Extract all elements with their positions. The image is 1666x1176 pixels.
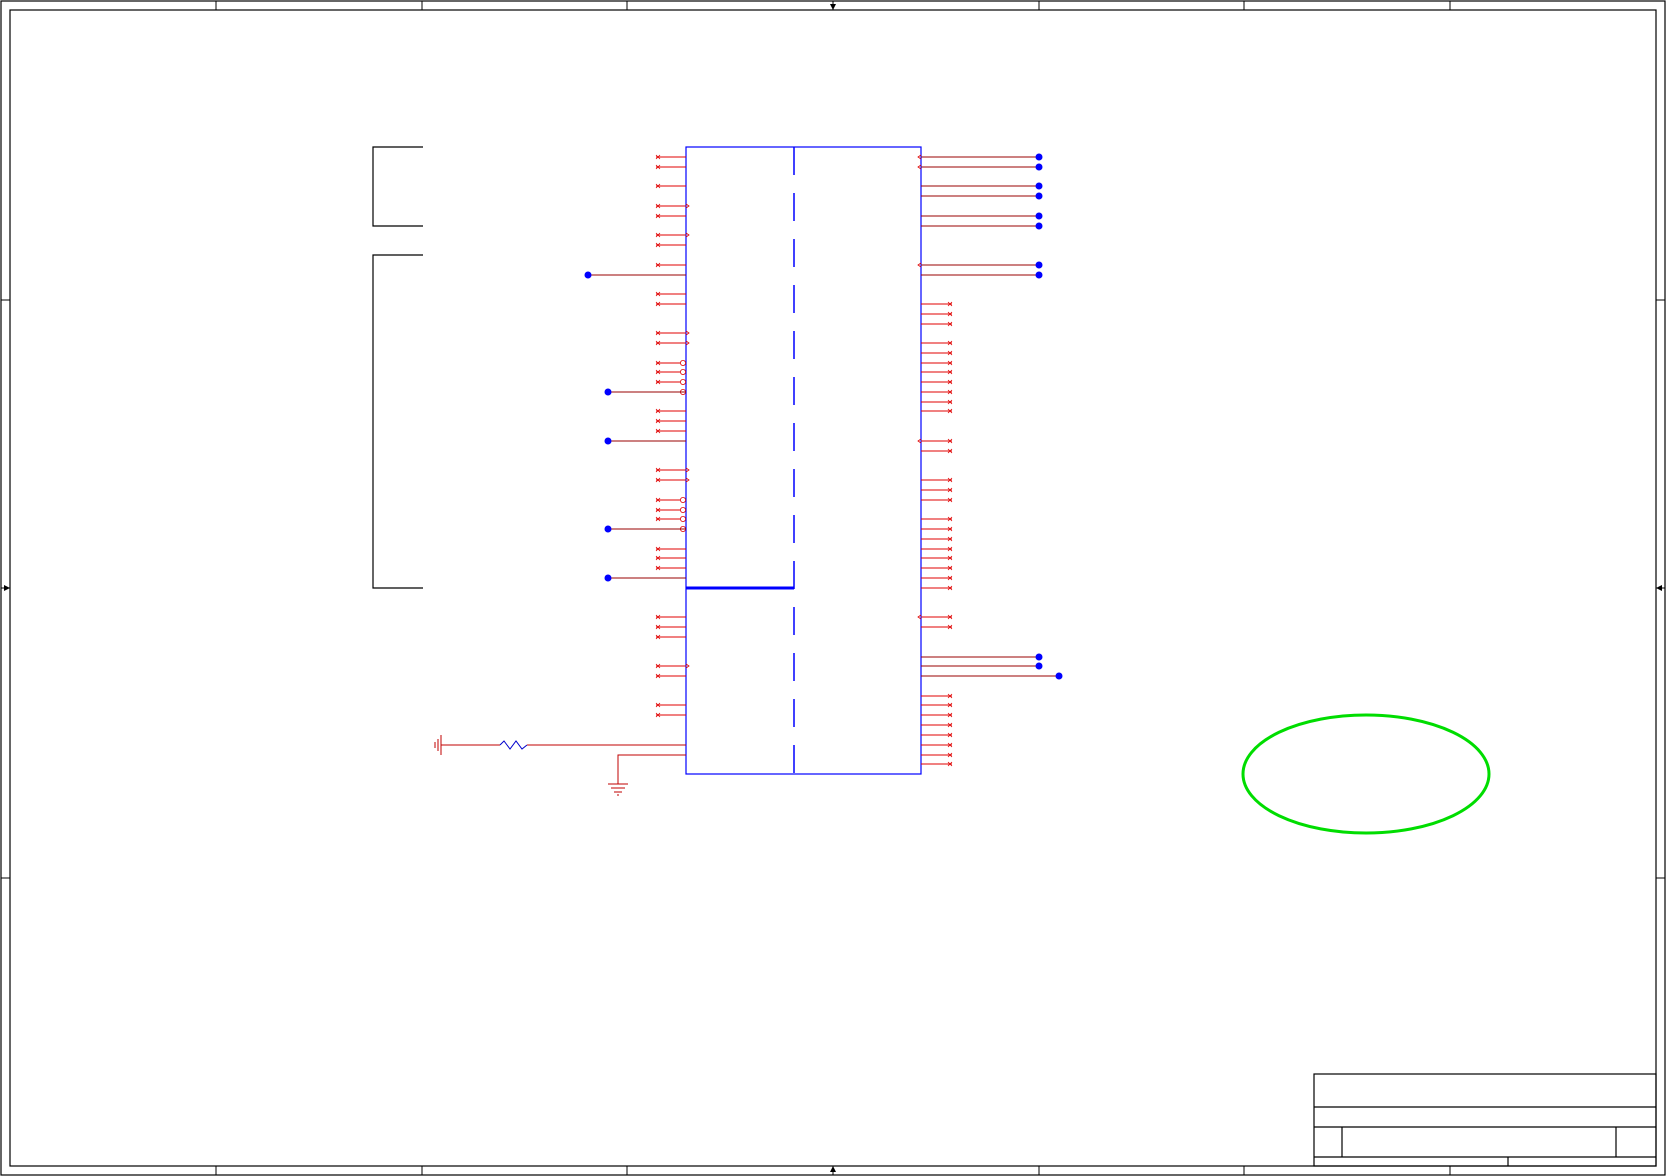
net-dot[interactable] (584, 271, 592, 279)
net-dot[interactable] (1035, 163, 1043, 171)
bracket-group-bottom (372, 254, 423, 589)
net-dot[interactable] (1035, 192, 1043, 200)
zone-ticks (1, 1, 1665, 1175)
net-dot[interactable] (1035, 153, 1043, 161)
net-dot[interactable] (604, 574, 612, 582)
net-dot[interactable] (604, 437, 612, 445)
net-dot[interactable] (1035, 261, 1043, 269)
inversion-bubble (680, 506, 687, 513)
net-dot[interactable] (604, 388, 612, 396)
left-net-wires (584, 271, 686, 582)
chassis-ground-icon (434, 735, 443, 755)
ground-icon (608, 754, 686, 796)
ic-left-pins (655, 154, 690, 718)
inversion-bubble (680, 496, 687, 503)
resistor-icon[interactable] (443, 740, 686, 750)
net-dot[interactable] (1035, 182, 1043, 190)
inversion-bubble (680, 516, 687, 523)
centering-marks (4, 4, 1662, 1172)
right-net-wires (921, 153, 1063, 680)
schematic-canvas (0, 0, 1666, 1176)
highlight-ellipse (1241, 713, 1491, 835)
inversion-bubble (680, 368, 687, 375)
net-dot[interactable] (1035, 662, 1043, 670)
ic-body[interactable] (685, 146, 922, 775)
schematic-sheet (0, 0, 1666, 1176)
net-dot[interactable] (1035, 271, 1043, 279)
net-dot[interactable] (1035, 212, 1043, 220)
net-dot[interactable] (604, 525, 612, 533)
inversion-bubble (680, 359, 687, 366)
ic-right-pins (917, 154, 953, 767)
net-dot[interactable] (1035, 222, 1043, 230)
inversion-bubble (680, 378, 687, 385)
sheet-border (0, 0, 1666, 1176)
title-block (1313, 1073, 1657, 1167)
bracket-group-top (372, 146, 423, 227)
net-dot[interactable] (1055, 672, 1063, 680)
net-dot[interactable] (1035, 653, 1043, 661)
